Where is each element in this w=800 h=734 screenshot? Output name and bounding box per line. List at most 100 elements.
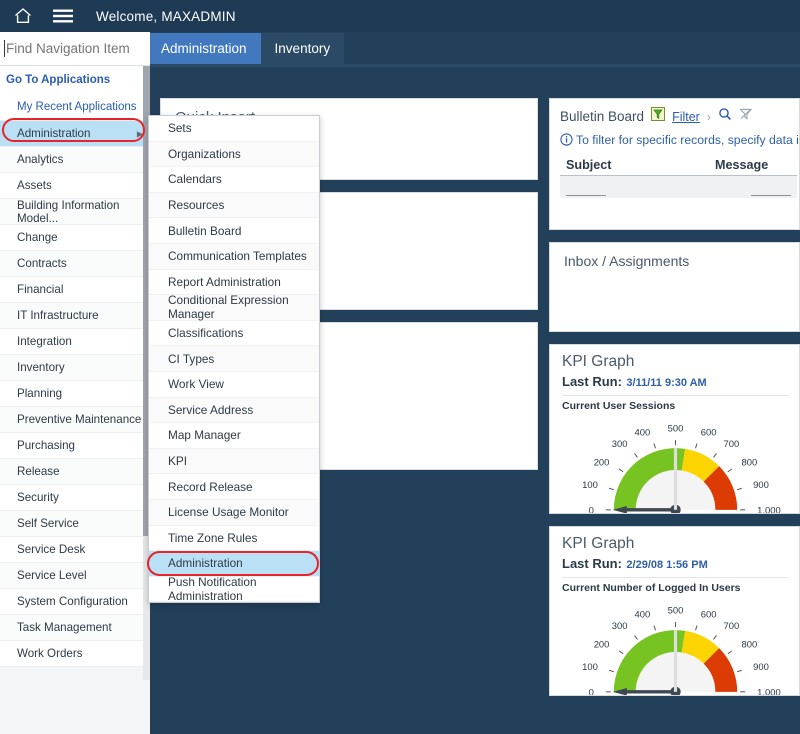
sidebar-item-label: IT Infrastructure bbox=[17, 309, 99, 322]
cell-subject-placeholder bbox=[566, 195, 606, 196]
text-cursor bbox=[4, 40, 5, 57]
table-row[interactable] bbox=[560, 176, 797, 198]
submenu-item-organizations[interactable]: Organizations bbox=[149, 142, 319, 168]
sidebar-item-integration[interactable]: Integration bbox=[0, 329, 150, 355]
submenu-item-time-zone-rules[interactable]: Time Zone Rules bbox=[149, 526, 319, 552]
tabstrip-underline bbox=[147, 64, 800, 67]
bulletin-board-table-header: Subject Message bbox=[560, 158, 797, 176]
kpi-last-run-2: Last Run: 2/29/08 1:56 PM bbox=[562, 555, 789, 578]
my-recent-applications-link[interactable]: My Recent Applications bbox=[0, 94, 150, 121]
tab-inventory[interactable]: Inventory bbox=[261, 33, 345, 64]
kpi-graph-panel-2: KPI Graph Last Run: 2/29/08 1:56 PM Curr… bbox=[549, 526, 800, 696]
bulletin-board-info-text: To filter for specific records, specify … bbox=[576, 133, 800, 147]
clear-filter-icon[interactable] bbox=[739, 107, 753, 126]
sidebar-item-work-orders[interactable]: Work Orders bbox=[0, 641, 150, 667]
kpi-last-run-label-1: Last Run: bbox=[562, 374, 622, 389]
kpi-graph-title-1: KPI Graph bbox=[562, 353, 789, 371]
sidebar-item-label: Purchasing bbox=[17, 439, 75, 452]
sidebar-item-contracts[interactable]: Contracts bbox=[0, 251, 150, 277]
hamburger-menu-icon[interactable] bbox=[50, 5, 76, 27]
chevron-right-icon[interactable]: › bbox=[707, 110, 711, 124]
kpi-last-run-label-2: Last Run: bbox=[562, 556, 622, 571]
sidebar-item-task-management[interactable]: Task Management bbox=[0, 615, 150, 641]
sidebar-item-building-information-model[interactable]: Building Information Model... bbox=[0, 199, 150, 225]
administration-submenu: SetsOrganizationsCalendarsResourcesBulle… bbox=[148, 115, 320, 603]
sidebar-item-label: Work Orders bbox=[17, 647, 83, 660]
submenu-item-calendars[interactable]: Calendars bbox=[149, 167, 319, 193]
submenu-item-bulletin-board[interactable]: Bulletin Board bbox=[149, 218, 319, 244]
submenu-item-ci-types[interactable]: CI Types bbox=[149, 346, 319, 372]
sidebar-item-label: Building Information Model... bbox=[17, 199, 150, 225]
sidebar-item-preventive-maintenance[interactable]: Preventive Maintenance bbox=[0, 407, 150, 433]
search-input[interactable] bbox=[6, 41, 146, 56]
sidebar-item-label: Assets bbox=[17, 179, 52, 192]
sidebar-item-financial[interactable]: Financial bbox=[0, 277, 150, 303]
svg-text:1,000: 1,000 bbox=[757, 687, 781, 696]
submenu-item-sets[interactable]: Sets bbox=[149, 116, 319, 142]
submenu-item-service-address[interactable]: Service Address bbox=[149, 398, 319, 424]
sidebar-item-it-infrastructure[interactable]: IT Infrastructure bbox=[0, 303, 150, 329]
svg-text:600: 600 bbox=[701, 610, 717, 621]
submenu-item-report-administration[interactable]: Report Administration bbox=[149, 270, 319, 296]
bulletin-board-header: Bulletin Board Filter › bbox=[560, 107, 799, 126]
column-header-message[interactable]: Message bbox=[715, 158, 791, 172]
kpi-last-run-value-2: 2/29/08 1:56 PM bbox=[626, 559, 707, 571]
maximo-app-window: Welcome, MAXADMIN Administration Invento… bbox=[0, 0, 800, 734]
filter-funnel-icon[interactable] bbox=[651, 107, 665, 126]
home-icon[interactable] bbox=[10, 5, 36, 27]
svg-text:1,000: 1,000 bbox=[757, 505, 781, 514]
submenu-item-record-release[interactable]: Record Release bbox=[149, 474, 319, 500]
find-navigation-item-field[interactable] bbox=[0, 32, 150, 66]
sidebar-item-label: Preventive Maintenance bbox=[17, 413, 141, 426]
submenu-item-communication-templates[interactable]: Communication Templates bbox=[149, 244, 319, 270]
dashboard-right-column: Bulletin Board Filter › bbox=[549, 98, 800, 708]
tab-administration[interactable]: Administration bbox=[147, 33, 261, 64]
svg-text:0: 0 bbox=[589, 687, 594, 696]
navigation-item-list: Administration▶Analytics Assets Building I… bbox=[0, 121, 150, 667]
sidebar-item-label: Task Management bbox=[17, 621, 112, 634]
submenu-item-push-notification-administration[interactable]: Push Notification Administration bbox=[149, 577, 319, 603]
submenu-item-kpi[interactable]: KPI bbox=[149, 449, 319, 475]
search-icon[interactable] bbox=[718, 107, 732, 126]
sidebar-item-change[interactable]: Change bbox=[0, 225, 150, 251]
sidebar-item-planning[interactable]: Planning bbox=[0, 381, 150, 407]
svg-text:500: 500 bbox=[668, 424, 684, 435]
column-header-subject[interactable]: Subject bbox=[566, 158, 715, 172]
submenu-item-map-manager[interactable]: Map Manager bbox=[149, 423, 319, 449]
sidebar-item-label: Change bbox=[17, 231, 58, 244]
svg-text:600: 600 bbox=[701, 428, 717, 439]
sidebar-item-release[interactable]: Release bbox=[0, 459, 150, 485]
svg-text:100: 100 bbox=[582, 480, 598, 491]
info-icon bbox=[560, 133, 573, 151]
submenu-item-license-usage-monitor[interactable]: License Usage Monitor bbox=[149, 500, 319, 526]
sidebar-item-assets[interactable]: Assets bbox=[0, 173, 150, 199]
kpi-last-run-value-1: 3/11/11 9:30 AM bbox=[626, 377, 706, 389]
sidebar-item-purchasing[interactable]: Purchasing bbox=[0, 433, 150, 459]
sidebar-item-security[interactable]: Security bbox=[0, 485, 150, 511]
submenu-item-administration[interactable]: Administration bbox=[149, 551, 319, 577]
sidebar-item-inventory[interactable]: Inventory bbox=[0, 355, 150, 381]
kpi-graph-panel-1: KPI Graph Last Run: 3/11/11 9:30 AM Curr… bbox=[549, 344, 800, 514]
svg-text:200: 200 bbox=[594, 639, 610, 650]
sidebar-item-service-desk[interactable]: Service Desk bbox=[0, 537, 150, 563]
svg-text:300: 300 bbox=[612, 439, 628, 450]
sidebar-item-label: System Configuration bbox=[17, 595, 128, 608]
submenu-item-work-view[interactable]: Work View bbox=[149, 372, 319, 398]
sidebar-item-system-configuration[interactable]: System Configuration bbox=[0, 589, 150, 615]
gauge-chart: 01002003004005006007008009001,000 bbox=[562, 414, 789, 514]
sidebar-item-administration[interactable]: Administration▶ bbox=[0, 121, 150, 147]
sidebar-item-service-level[interactable]: Service Level bbox=[0, 563, 150, 589]
bulletin-board-table: Subject Message bbox=[560, 158, 799, 198]
submenu-item-conditional-expression-manager[interactable]: Conditional Expression Manager bbox=[149, 295, 319, 321]
top-header-bar: Welcome, MAXADMIN bbox=[0, 0, 800, 32]
submenu-item-resources[interactable]: Resources bbox=[149, 193, 319, 219]
sidebar-item-self-service[interactable]: Self Service bbox=[0, 511, 150, 537]
sidebar-item-analytics[interactable]: Analytics bbox=[0, 147, 150, 173]
filter-link[interactable]: Filter bbox=[672, 110, 700, 124]
dashboard-tabstrip: Administration Inventory bbox=[147, 33, 800, 64]
submenu-item-classifications[interactable]: Classifications bbox=[149, 321, 319, 347]
sidebar-item-label: Security bbox=[17, 491, 59, 504]
sidebar-item-label: Administration bbox=[17, 127, 90, 140]
bulletin-board-title: Bulletin Board bbox=[560, 109, 644, 124]
svg-text:900: 900 bbox=[753, 480, 769, 491]
